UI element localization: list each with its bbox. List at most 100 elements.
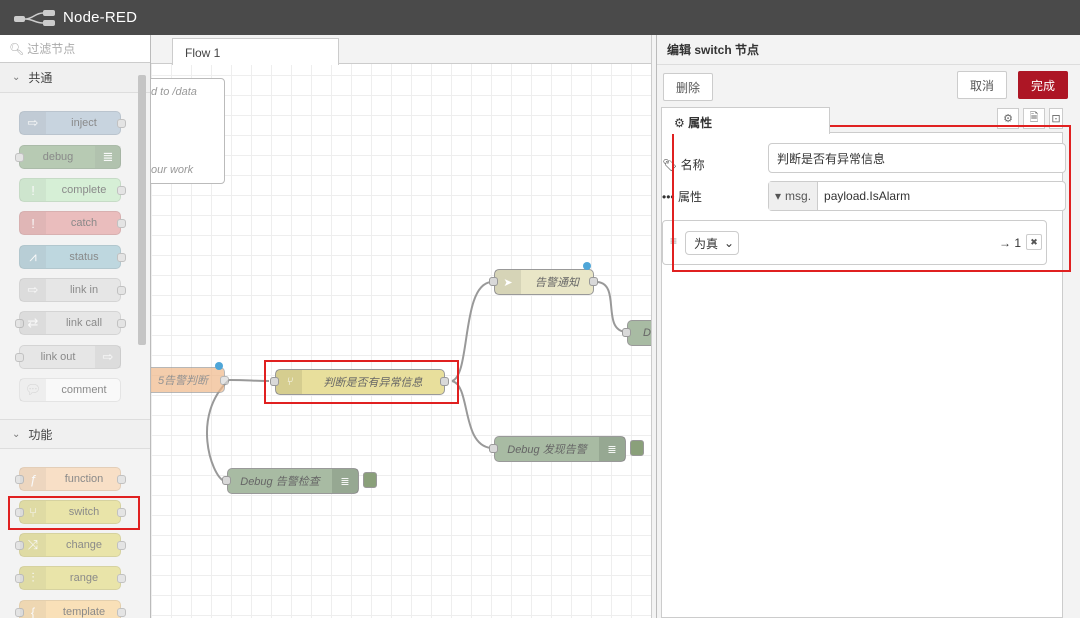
switch-node-highlight-box: [264, 360, 459, 404]
tab-properties[interactable]: ⚙ 属性: [661, 107, 830, 134]
palette-node-label: range: [69, 572, 99, 584]
output-port: [117, 319, 126, 328]
input-port: [222, 476, 231, 485]
palette-node-template[interactable]: { template: [15, 600, 126, 618]
node-label: Debug 告警检查: [240, 476, 320, 488]
palette-node-label: change: [65, 539, 103, 551]
palette-node-label: link in: [69, 284, 99, 296]
category-label: 功能: [28, 427, 53, 442]
frame-icon: ⊡: [1051, 113, 1061, 125]
editor-panel: 编辑 switch 节点 删除 取消 完成 ⚙ 属性 ⚙ 🗎︎ ⊡ 🏷︎ 名称 …: [656, 35, 1080, 618]
link-icon: ⇄: [20, 312, 46, 334]
template-icon: {: [20, 601, 46, 618]
palette-node-inject[interactable]: ⇨ inject: [19, 111, 126, 135]
debug-toggle-button[interactable]: [363, 472, 377, 488]
pulse-icon: ⩘: [20, 246, 46, 268]
chevron-down-icon: ⌄: [12, 428, 21, 440]
tab-label: 属性: [688, 116, 713, 130]
app-header: Node-RED: [0, 0, 1080, 35]
gear-icon: ⚙: [1003, 113, 1013, 125]
output-port: [117, 541, 126, 550]
palette-node-debug[interactable]: debug ≣: [15, 145, 121, 169]
palette-node-comment[interactable]: 💬︎ comment: [19, 378, 121, 402]
node-alarm-notify[interactable]: ➤ 告警通知: [494, 269, 594, 295]
properties-highlight-box: [672, 125, 1071, 272]
status-dot: [583, 262, 591, 270]
palette-node-link-call[interactable]: ⇄ link call: [15, 311, 126, 335]
input-port: [489, 277, 498, 286]
cancel-button[interactable]: 取消: [957, 71, 1008, 99]
palette-node-label: template: [62, 606, 106, 618]
palette-node-link-in[interactable]: ⇨ link in: [19, 278, 126, 302]
output-port: [117, 574, 126, 583]
debug-toggle-button[interactable]: [630, 440, 644, 456]
delete-button[interactable]: 删除: [663, 73, 714, 101]
node-label: 告警通知: [535, 277, 579, 289]
palette-node-label: complete: [61, 184, 107, 196]
arrow-in-icon: ⇨: [20, 112, 46, 134]
link-icon: ⇨: [95, 346, 121, 368]
editor-title: 编辑 switch 节点: [657, 35, 1080, 65]
palette-node-label: catch: [70, 217, 98, 229]
gear-icon: ⚙: [674, 116, 685, 130]
output-port: [117, 119, 126, 128]
output-port: [117, 219, 126, 228]
node-label: D: [643, 327, 651, 339]
output-port: [589, 277, 598, 286]
node-label: 5告警判断: [157, 375, 209, 387]
node-red-logo: [13, 9, 59, 27]
node-label: Debug 发现告警: [507, 444, 587, 456]
node-debug-found-alarm[interactable]: Debug 发现告警 ≣: [494, 436, 626, 462]
exclamation-icon: !: [20, 212, 46, 234]
exclamation-icon: !: [20, 179, 46, 201]
flow-workspace[interactable]: Flow 1 d to /data our work 5告警判断 ⑂ 判断是否有…: [151, 35, 651, 618]
palette-node-label: inject: [71, 117, 97, 129]
switch-highlight-box: [8, 496, 140, 530]
input-port: [489, 444, 498, 453]
output-port: [220, 376, 229, 385]
function-icon: ƒ: [20, 468, 46, 490]
palette-node-label: comment: [61, 384, 107, 396]
node-alarm-check[interactable]: 5告警判断: [151, 367, 229, 393]
link-icon: ⇨: [20, 279, 46, 301]
speech-bubble-icon: 💬︎: [20, 379, 46, 401]
done-button[interactable]: 完成: [1018, 71, 1069, 99]
input-port: [622, 328, 631, 337]
node-palette: 🔍︎ 过滤节点 ⌄ 共通 ⇨ inject debug ≣ ! complete…: [0, 35, 151, 618]
node-debug-alarm-check[interactable]: Debug 告警检查 ≣: [227, 468, 359, 494]
palette-search-input[interactable]: 过滤节点: [27, 40, 75, 57]
palette-scrollbar[interactable]: [138, 75, 146, 345]
palette-node-status[interactable]: ⩘ status: [19, 245, 126, 269]
list-icon: ≣: [95, 146, 121, 168]
app-title: Node-RED: [63, 9, 138, 26]
chevron-down-icon: ⌄: [12, 72, 21, 83]
palette-node-change[interactable]: ⤨ change: [15, 533, 126, 557]
palette-node-function[interactable]: ƒ function: [15, 467, 126, 491]
palette-node-label: status: [69, 251, 99, 263]
output-port: [117, 608, 126, 617]
flow-wires: [206, 281, 627, 482]
output-port: [117, 286, 126, 295]
palette-node-label: link out: [40, 351, 76, 363]
range-icon: ⫶: [20, 567, 46, 589]
shuffle-icon: ⤨: [20, 534, 46, 556]
palette-node-catch[interactable]: ! catch: [19, 211, 126, 235]
list-icon: ≣: [332, 469, 358, 493]
output-port: [117, 186, 126, 195]
palette-node-complete[interactable]: ! complete: [19, 178, 126, 202]
search-icon: 🔍︎: [9, 41, 25, 56]
category-label: 共通: [28, 71, 53, 85]
palette-node-range[interactable]: ⫶ range: [15, 566, 126, 590]
status-dot: [215, 362, 223, 370]
list-icon: ≣: [599, 437, 625, 461]
palette-node-label: function: [64, 473, 104, 485]
palette-node-label: link call: [65, 317, 103, 329]
output-port: [117, 475, 126, 484]
category-function[interactable]: ⌄ 功能: [0, 419, 150, 449]
palette-node-label: debug: [42, 151, 74, 163]
output-port: [117, 253, 126, 262]
send-icon: ➤: [495, 270, 521, 294]
palette-node-link-out[interactable]: link out ⇨: [15, 345, 121, 369]
category-common[interactable]: ⌄ 共通: [0, 63, 150, 93]
palette-search[interactable]: 🔍︎ 过滤节点: [0, 35, 150, 63]
